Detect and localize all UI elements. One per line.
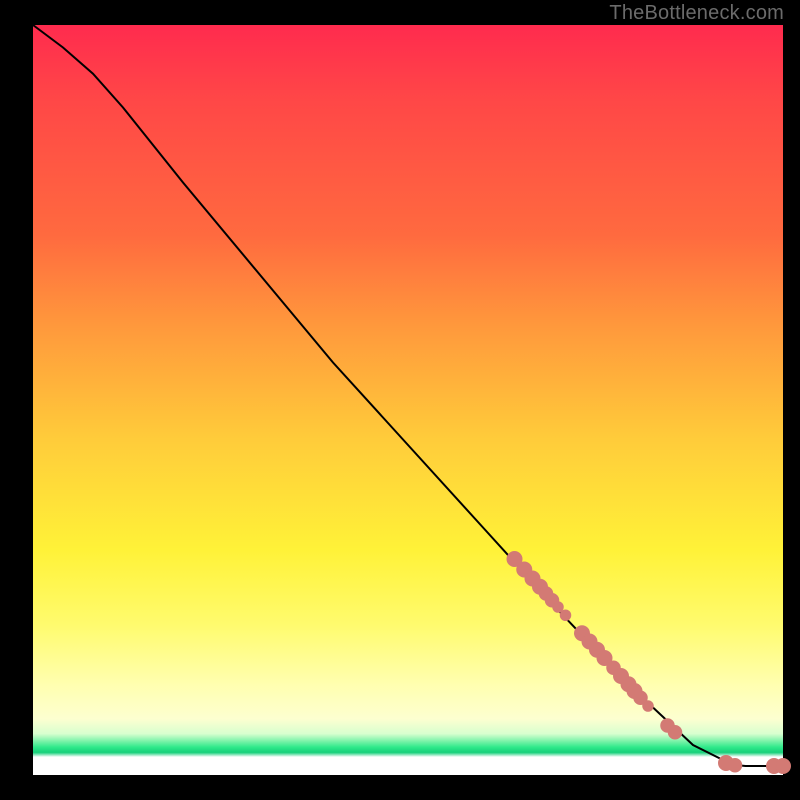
data-marker [560,610,571,621]
data-marker [668,726,682,740]
marker-group [507,552,791,774]
data-marker [643,701,654,712]
plot-overlay [33,25,783,775]
main-curve [33,25,783,766]
attribution-text: TheBottleneck.com [609,2,784,25]
data-marker [728,759,742,773]
data-marker [553,602,564,613]
chart-frame: TheBottleneck.com [0,0,800,800]
data-marker [776,759,791,774]
plot-area [33,25,783,775]
